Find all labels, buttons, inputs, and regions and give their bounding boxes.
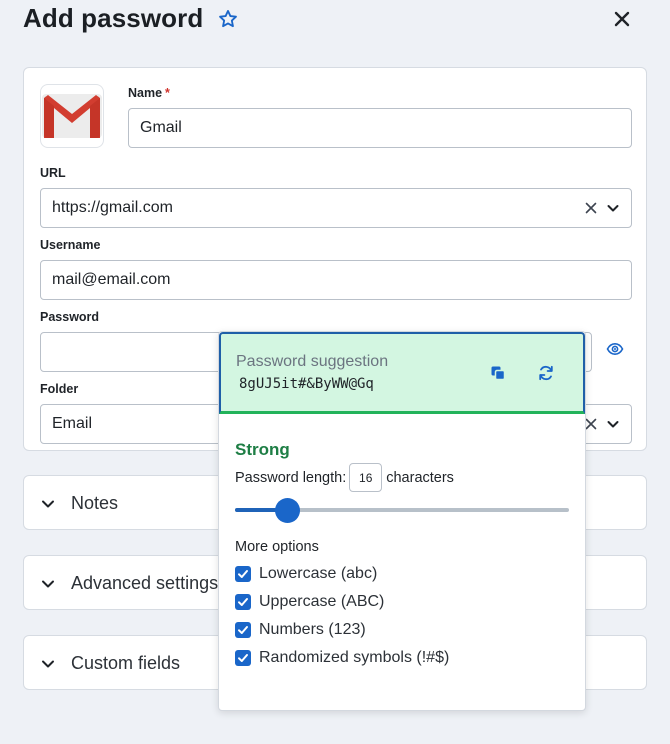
url-field-value: https://gmail.com	[52, 199, 173, 216]
option-label: Uppercase (ABC)	[259, 593, 385, 610]
slider-thumb[interactable]	[274, 498, 300, 523]
option-uppercase[interactable]: Uppercase (ABC)	[235, 593, 384, 611]
chevron-down-icon	[40, 576, 56, 592]
page-title: Add password	[23, 3, 204, 33]
gmail-logo	[40, 84, 104, 148]
section-title: Custom fields	[71, 653, 181, 673]
password-length-row: Password length: 16 characters	[235, 463, 454, 492]
refresh-icon[interactable]	[535, 362, 557, 384]
username-field[interactable]: mail@email.com	[40, 260, 632, 300]
name-field-value: Gmail	[140, 119, 182, 136]
section-title: Advanced settings	[71, 573, 219, 593]
star-icon[interactable]	[217, 8, 239, 30]
checkmark-icon	[238, 626, 248, 634]
name-field[interactable]: Gmail	[128, 108, 632, 148]
reveal-password-icon[interactable]	[604, 338, 626, 360]
username-field-value: mail@email.com	[52, 271, 171, 288]
copy-icon[interactable]	[487, 362, 509, 384]
folder-label: Folder	[40, 382, 79, 396]
checkmark-icon	[238, 570, 248, 578]
length-label: Password length:	[235, 469, 347, 486]
length-unit: characters	[386, 469, 454, 486]
option-label: Randomized symbols (!#$)	[259, 649, 450, 666]
checkbox[interactable]	[235, 566, 251, 582]
option-label: Numbers (123)	[259, 621, 366, 638]
checkbox[interactable]	[235, 650, 251, 666]
checkmark-icon	[238, 654, 248, 662]
suggestion-title: Password suggestion	[236, 353, 389, 370]
length-input[interactable]: 16	[349, 463, 383, 492]
option-label: Lowercase (abc)	[259, 565, 378, 582]
checkbox[interactable]	[235, 594, 251, 610]
clear-icon[interactable]	[584, 201, 598, 215]
username-label: Username	[40, 238, 101, 252]
name-label: Name *	[128, 86, 170, 100]
required-mark: *	[165, 86, 170, 100]
url-label: URL	[40, 166, 66, 180]
chevron-down-icon[interactable]	[606, 417, 620, 431]
close-icon[interactable]	[611, 8, 633, 30]
checkmark-icon	[238, 598, 248, 606]
option-lowercase[interactable]: Lowercase (abc)	[235, 565, 377, 583]
chevron-down-icon	[40, 496, 56, 512]
password-label: Password	[40, 310, 100, 324]
strength-label: Strong	[235, 440, 290, 459]
option-numbers[interactable]: Numbers (123)	[235, 621, 366, 639]
chevron-down-icon[interactable]	[606, 201, 620, 215]
password-suggestion-box: Password suggestion 8gUJ5it#&ByWW@Gq	[219, 332, 585, 414]
header: Add password	[23, 3, 239, 34]
chevron-down-icon	[40, 656, 56, 672]
section-title: Notes	[71, 493, 119, 513]
option-symbols[interactable]: Randomized symbols (!#$)	[235, 649, 449, 667]
password-generator-popover: Password suggestion 8gUJ5it#&ByWW@Gq Str…	[218, 331, 586, 711]
suggested-password[interactable]: 8gUJ5it#&ByWW@Gq	[239, 376, 374, 392]
checkbox[interactable]	[235, 622, 251, 638]
url-field[interactable]: https://gmail.com	[40, 188, 632, 228]
length-slider[interactable]	[235, 498, 569, 523]
more-options-label: More options	[235, 539, 319, 555]
clear-icon[interactable]	[584, 417, 598, 431]
